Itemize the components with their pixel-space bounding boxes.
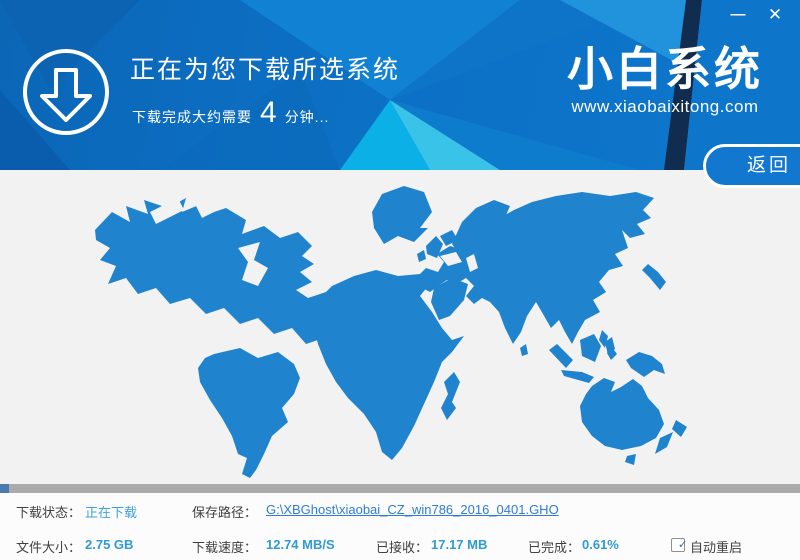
speed-label: 下载速度： (192, 537, 257, 556)
brand-website: www.xiaobaixitong.com (567, 97, 763, 117)
auto-restart-label[interactable]: 自动重启 (690, 537, 742, 556)
file-size-label: 文件大小： (16, 537, 81, 556)
minimize-button[interactable]: — (725, 2, 751, 28)
download-state-label: 下载状态： (16, 502, 81, 521)
completed-value: 0.61% (582, 537, 619, 552)
back-button[interactable]: 返回 (703, 144, 800, 188)
eta-text: 下载完成大约需要 4 分钟... (132, 96, 329, 130)
app-window: 正在为您下载所选系统 下载完成大约需要 4 分钟... 小白系统 www.xia… (0, 0, 800, 560)
download-state-value: 正在下载 (85, 502, 137, 521)
speed-value: 12.74 MB/S (266, 537, 335, 552)
completed-label: 已完成： (528, 537, 580, 556)
progress-fill (0, 484, 9, 493)
received-label: 已接收： (376, 537, 428, 556)
file-size-value: 2.75 GB (85, 537, 133, 552)
world-map (0, 170, 800, 484)
progress-bar (0, 484, 800, 493)
status-panel: 下载状态： 正在下载 保存路径： G:\XBGhost\xiaobai_CZ_w… (0, 493, 800, 560)
page-title: 正在为您下载所选系统 (130, 50, 400, 86)
eta-prefix: 下载完成大约需要 (132, 107, 252, 127)
download-icon (20, 46, 112, 138)
eta-suffix: 分钟... (285, 107, 330, 127)
auto-restart-checkbox[interactable]: ✓ (671, 538, 685, 552)
save-path-label: 保存路径： (192, 502, 257, 521)
brand-block: 小白系统 www.xiaobaixitong.com (567, 44, 763, 117)
header-banner: 正在为您下载所选系统 下载完成大约需要 4 分钟... 小白系统 www.xia… (0, 0, 800, 170)
check-icon: ✓ (678, 539, 687, 551)
received-value: 17.17 MB (431, 537, 487, 552)
eta-minutes: 4 (252, 96, 285, 130)
save-path-link[interactable]: G:\XBGhost\xiaobai_CZ_win786_2016_0401.G… (266, 502, 559, 517)
close-icon[interactable]: ✕ (762, 2, 788, 28)
map-panel (0, 170, 800, 484)
brand-logo: 小白系统 (567, 44, 763, 95)
